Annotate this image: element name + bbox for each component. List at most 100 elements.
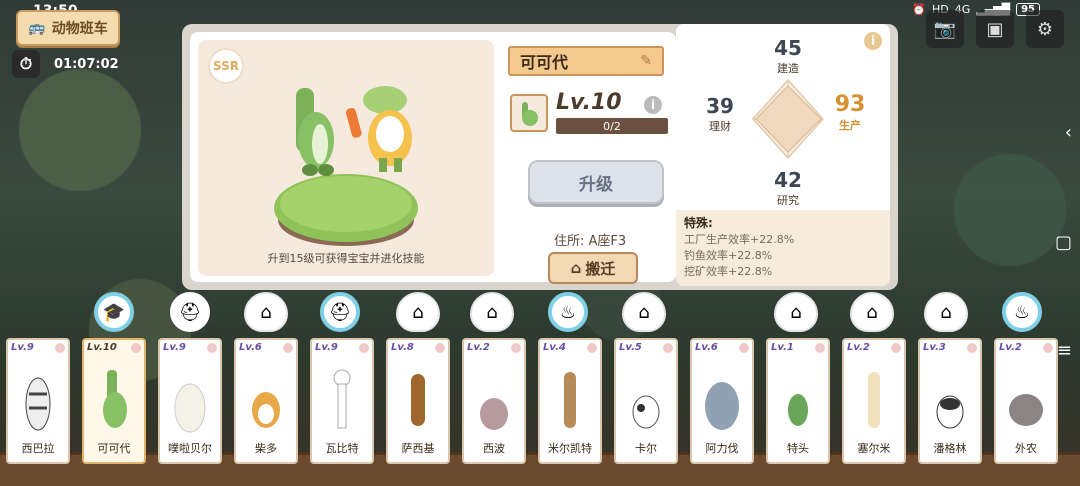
stat-production-label: 生产	[839, 119, 861, 132]
stat-research-label: 研究	[777, 194, 799, 207]
stat-finance-label: 理财	[709, 120, 731, 133]
stopwatch-icon[interactable]: ⏱	[12, 50, 40, 78]
residence-info: 住所: A座F3	[554, 230, 626, 249]
cow-icon	[616, 364, 676, 434]
character-card-saiermi[interactable]: Lv.2 塞尔米	[842, 338, 906, 464]
residence-label: 住所:	[554, 234, 585, 249]
char-level: Lv.2	[847, 342, 870, 353]
stat-production-value: 93	[834, 92, 866, 117]
stat-research-value: 42	[774, 168, 802, 192]
crocodile-thumbnail-icon	[522, 102, 538, 126]
gear-icon[interactable]: ⚙	[1026, 10, 1064, 48]
char-name: 西巴拉	[21, 442, 55, 455]
char-name: 特头	[787, 442, 809, 455]
pin-icon	[283, 343, 293, 353]
chef-hat-status-icon[interactable]: ♨	[1002, 292, 1042, 332]
chef-hat-status-icon[interactable]: ♨	[548, 292, 588, 332]
nav-menu-icon[interactable]: ≡	[1057, 340, 1072, 361]
move-button[interactable]: ⌂ 搬迁	[548, 252, 638, 284]
char-level: Lv.1	[771, 342, 794, 353]
pin-icon	[131, 343, 141, 353]
character-card: SSR 升到15级可获得宝宝并进化技能 可可代 ✎ Lv.10 i 0/2 升级…	[190, 32, 676, 284]
char-level: Lv.9	[315, 342, 338, 353]
pin-icon	[663, 343, 673, 353]
character-card-alifa[interactable]: Lv.6 阿力伐	[690, 338, 754, 464]
special-title: 特殊:	[684, 216, 713, 230]
character-card-saxiji[interactable]: Lv.8 萨西基	[386, 338, 450, 464]
pin-icon	[739, 343, 749, 353]
special-line-1: 工厂生产效率+22.8%	[684, 233, 795, 246]
stat-finance-value: 39	[706, 94, 734, 118]
character-card-kekedai[interactable]: Lv.10 可可代	[82, 338, 146, 464]
home-status-icon[interactable]: ⌂	[924, 292, 968, 332]
upgrade-button[interactable]: 升级	[528, 160, 664, 204]
evolution-hint: 升到15级可获得宝宝并进化技能	[267, 252, 425, 265]
xp-value: 0/2	[603, 119, 621, 133]
character-card-wainong[interactable]: Lv.2 外农	[994, 338, 1058, 464]
char-level: Lv.6	[239, 342, 262, 353]
xp-progress-bar: 0/2	[556, 118, 668, 134]
home-status-icon[interactable]: ⌂	[470, 292, 514, 332]
turtle-icon	[768, 364, 828, 434]
character-card-xibala[interactable]: Lv.9 西巴拉	[6, 338, 70, 464]
pin-icon	[359, 343, 369, 353]
home-status-icon[interactable]: ⌂	[850, 292, 894, 332]
stat-build: 45 建造	[766, 36, 810, 76]
crocodile-illustration	[274, 86, 418, 246]
graduation-cap-status-icon[interactable]: 🎓	[94, 292, 134, 332]
character-card-xibo[interactable]: Lv.2 西波	[462, 338, 526, 464]
character-card-pulabeier[interactable]: Lv.9 噗啦贝尔	[158, 338, 222, 464]
animal-bus-button[interactable]: 🚌 动物班车	[16, 10, 120, 46]
dachshund-icon	[388, 364, 448, 434]
stat-research: 42 研究	[766, 168, 810, 208]
hard-hat-status-icon[interactable]: ⛑	[320, 292, 360, 332]
character-detail-panel: SSR 升到15级可获得宝宝并进化技能 可可代 ✎ Lv.10 i 0/2 升级…	[182, 24, 898, 290]
character-card-pangelin[interactable]: Lv.3 潘格林	[918, 338, 982, 464]
shiba-icon	[236, 364, 296, 434]
pin-icon	[435, 343, 445, 353]
home-status-icon[interactable]: ⌂	[774, 292, 818, 332]
top-right-toolbar: 📷 ▣ ⚙	[926, 10, 1064, 48]
char-name: 西波	[483, 442, 505, 455]
hippo-icon	[464, 364, 524, 434]
pin-icon	[55, 343, 65, 353]
special-line-3: 挖矿效率+22.8%	[684, 265, 773, 278]
character-card-kaer[interactable]: Lv.5 卡尔	[614, 338, 678, 464]
home-status-icon[interactable]: ⌂	[396, 292, 440, 332]
stat-build-value: 45	[774, 36, 802, 60]
character-card-wabite[interactable]: Lv.9 瓦比特	[310, 338, 374, 464]
char-level: Lv.9	[11, 342, 34, 353]
char-level: Lv.8	[391, 342, 414, 353]
meerkat-icon	[540, 364, 600, 434]
char-name: 米尔凯特	[548, 442, 592, 455]
bus-icon: 🚌	[28, 20, 46, 36]
stats-card: i 45 建造 39 理财 93 生产 42 研究 特殊: 工厂生产效率+22.…	[676, 24, 890, 286]
character-card-chaiduo[interactable]: Lv.6 柴多	[234, 338, 298, 464]
house-icon: ⌂	[570, 259, 582, 277]
character-card-tetou[interactable]: Lv.1 特头	[766, 338, 830, 464]
char-name: 可可代	[97, 442, 131, 455]
alpaca-icon	[844, 364, 904, 434]
home-status-icon[interactable]: ⌂	[622, 292, 666, 332]
save-icon[interactable]: ▣	[976, 10, 1014, 48]
alarm-icon: ⏰	[912, 3, 926, 16]
pin-icon	[1043, 343, 1053, 353]
camera-icon[interactable]: 📷	[926, 10, 964, 48]
char-level: Lv.2	[467, 342, 490, 353]
home-status-icon[interactable]: ⌂	[244, 292, 288, 332]
pin-icon	[587, 343, 597, 353]
nav-home-icon[interactable]: ▢	[1055, 232, 1072, 253]
edit-pencil-icon[interactable]: ✎	[640, 53, 652, 69]
name-field[interactable]: 可可代 ✎	[508, 46, 664, 76]
char-level: Lv.10	[87, 342, 117, 353]
stat-build-label: 建造	[777, 62, 799, 75]
level-info-icon[interactable]: i	[644, 96, 662, 114]
nav-back-icon[interactable]: ‹	[1065, 122, 1072, 143]
char-level: Lv.2	[999, 342, 1022, 353]
hard-hat-status-icon[interactable]: ⛑	[170, 292, 210, 332]
status-bar: 13:50 ⏰ HD 4G ▂▄▆█ 95	[0, 0, 1080, 22]
char-name: 萨西基	[401, 442, 435, 455]
pin-icon	[891, 343, 901, 353]
character-card-mierkaite[interactable]: Lv.4 米尔凯特	[538, 338, 602, 464]
residence-value: A座F3	[588, 234, 627, 249]
